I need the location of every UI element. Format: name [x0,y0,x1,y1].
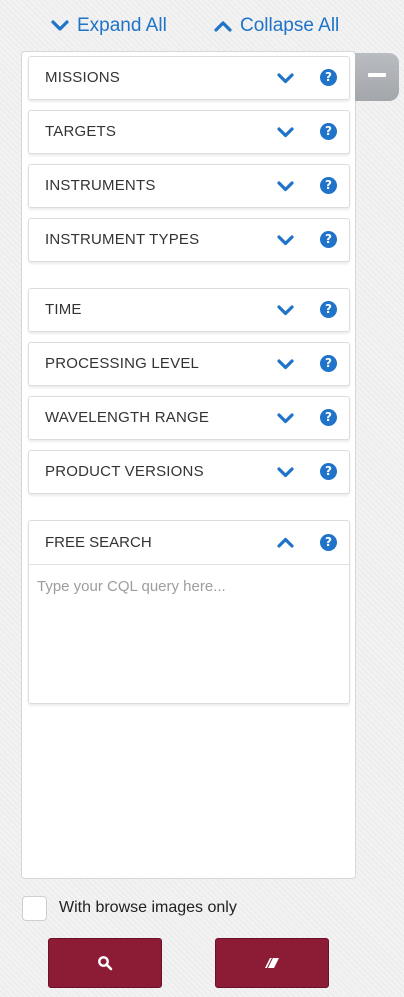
question-circle-icon[interactable]: ? [320,534,337,551]
section-instruments[interactable]: INSTRUMENTS ? [28,164,350,208]
section-wavelength-range[interactable]: WAVELENGTH RANGE ? [28,396,350,440]
chevron-down-icon[interactable] [277,357,294,371]
question-circle-icon[interactable]: ? [320,463,337,480]
search-button[interactable] [48,938,162,988]
browse-images-option: With browse images only [22,894,237,922]
section-instrument-types[interactable]: INSTRUMENT TYPES ? [28,218,350,262]
question-circle-icon[interactable]: ? [320,301,337,318]
chevron-down-icon[interactable] [277,465,294,479]
eraser-icon [265,957,279,969]
chevron-down-icon[interactable] [277,125,294,139]
expand-all-label: Expand All [77,15,167,36]
section-label: INSTRUMENTS [45,177,156,194]
section-label: TARGETS [45,123,117,140]
section-label: MISSIONS [45,69,120,86]
chevron-down-icon[interactable] [277,179,294,193]
magnifier-icon [98,956,113,971]
section-label: PROCESSING LEVEL [45,355,200,372]
minus-icon [368,73,386,77]
hide-panel-button[interactable] [355,53,399,101]
section-free-search: FREE SEARCH ? [28,520,350,704]
expand-all-link[interactable]: Expand All [51,13,167,39]
question-circle-icon[interactable]: ? [320,231,337,248]
browse-images-label: With browse images only [59,899,237,916]
section-label: WAVELENGTH RANGE [45,409,210,426]
cql-query-input[interactable] [29,566,349,703]
section-label: FREE SEARCH [45,534,152,551]
chevron-down-icon[interactable] [277,233,294,247]
question-circle-icon[interactable]: ? [320,123,337,140]
question-circle-icon[interactable]: ? [320,409,337,426]
section-label: INSTRUMENT TYPES [45,231,200,248]
chevron-down-icon[interactable] [277,303,294,317]
question-circle-icon[interactable]: ? [320,177,337,194]
chevron-down-icon [51,20,69,31]
section-targets[interactable]: TARGETS ? [28,110,350,154]
section-processing-level[interactable]: PROCESSING LEVEL ? [28,342,350,386]
free-search-header[interactable]: FREE SEARCH ? [29,521,349,565]
question-circle-icon[interactable]: ? [320,69,337,86]
section-time[interactable]: TIME ? [28,288,350,332]
chevron-up-icon[interactable] [277,536,294,550]
section-label: TIME [45,301,82,318]
collapse-all-link[interactable]: Collapse All [214,13,339,39]
question-circle-icon[interactable]: ? [320,355,337,372]
chevron-down-icon[interactable] [277,71,294,85]
section-missions[interactable]: MISSIONS ? [28,56,350,100]
clear-button[interactable] [215,938,329,988]
expand-collapse-bar: Expand All Collapse All [0,0,404,50]
section-product-versions[interactable]: PRODUCT VERSIONS ? [28,450,350,494]
browse-images-checkbox[interactable] [22,895,47,921]
section-label: PRODUCT VERSIONS [45,463,204,480]
collapse-all-label: Collapse All [240,15,340,36]
chevron-down-icon[interactable] [277,411,294,425]
chevron-up-icon [214,21,232,32]
